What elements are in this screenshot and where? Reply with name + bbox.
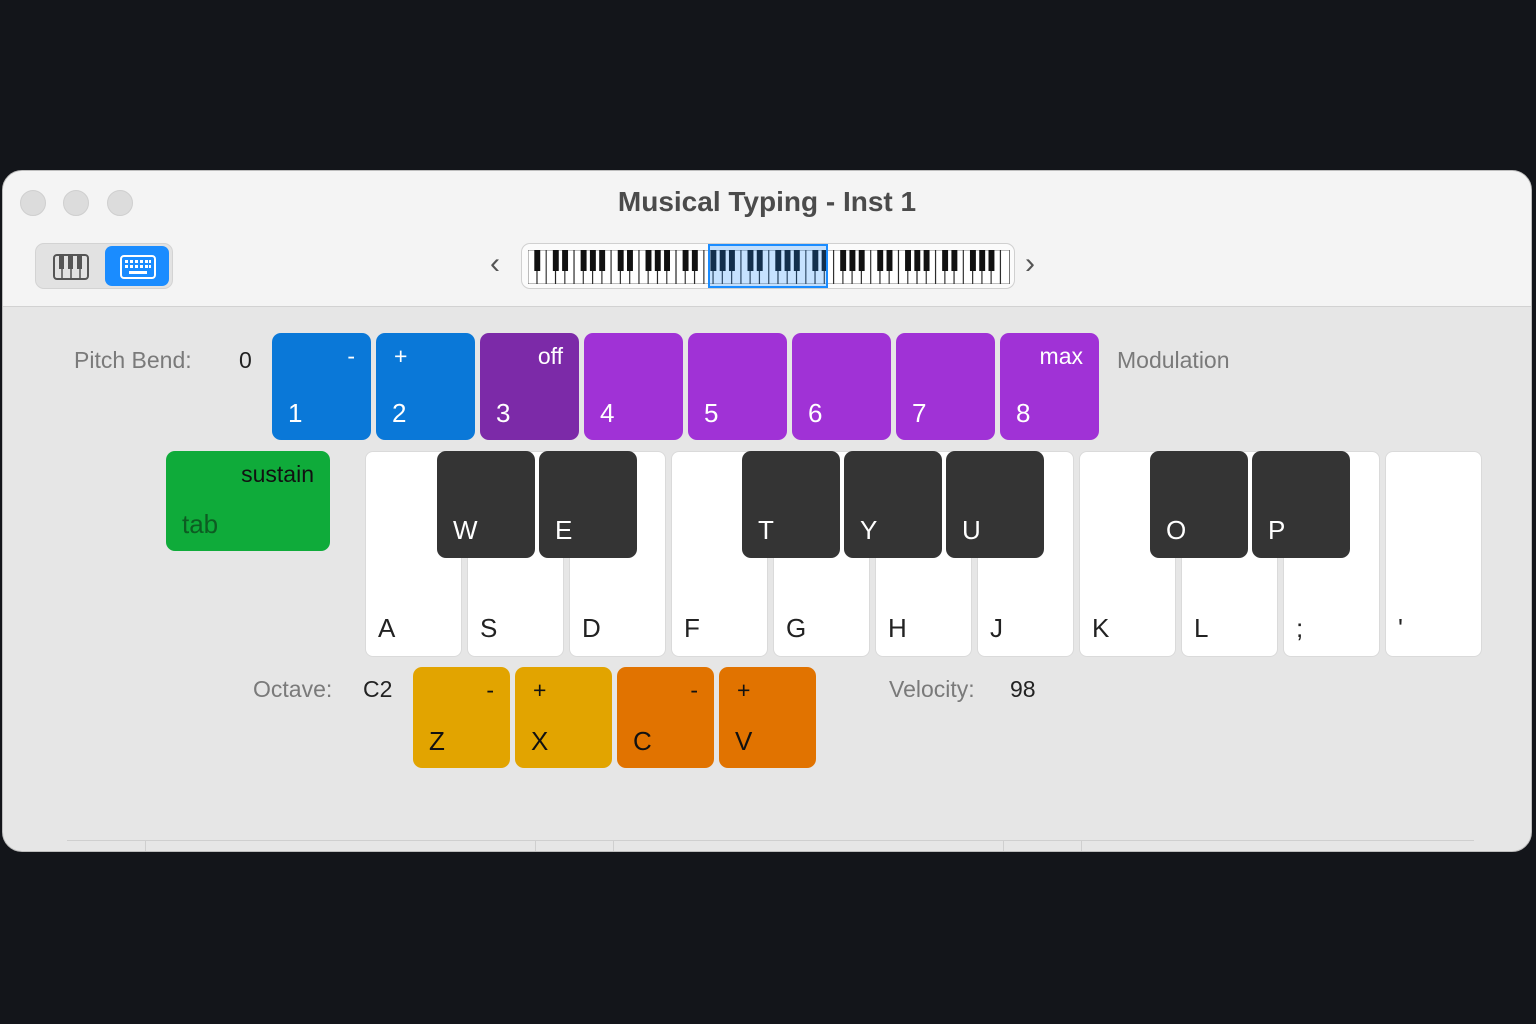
footer-divider-tick [613, 840, 614, 851]
key-2[interactable]: +2 [376, 333, 475, 440]
key-z[interactable]: -Z [413, 667, 510, 768]
white-key-label: H [888, 613, 907, 643]
key-x[interactable]: + X [515, 667, 612, 768]
key-function-label: + [737, 677, 751, 703]
white-key-label: ; [1296, 613, 1304, 643]
key-c[interactable]: -C [617, 667, 714, 768]
black-key-label: Y [860, 515, 878, 545]
key-6[interactable]: 6 [792, 333, 891, 440]
view-toggle [35, 243, 173, 289]
key-function-label: - [486, 677, 494, 703]
key-function-label: off [537, 343, 563, 369]
key-label: Z [429, 726, 445, 756]
key-label: V [735, 726, 753, 756]
black-key[interactable]: U [946, 451, 1044, 558]
piano-icon [53, 254, 89, 280]
black-key[interactable]: P [1252, 451, 1350, 558]
key-label: 5 [704, 398, 719, 428]
black-key-label: T [758, 515, 774, 545]
footer-divider-tick [1003, 840, 1004, 851]
key-function-label: - [690, 677, 698, 703]
key-label: 4 [600, 398, 615, 428]
black-key[interactable]: E [539, 451, 637, 558]
previous-octave-button[interactable]: ‹ [490, 249, 500, 279]
key-label: 2 [392, 398, 407, 428]
black-key-label: P [1268, 515, 1286, 545]
white-key-label: F [684, 613, 700, 643]
footer-divider-tick [1081, 840, 1082, 851]
next-octave-button[interactable]: › [1025, 249, 1035, 279]
footer-divider [67, 840, 1474, 841]
key-label: 7 [912, 398, 927, 428]
key-label: 3 [496, 398, 511, 428]
key-function-label: max [1039, 343, 1083, 369]
octave-label: Octave: [253, 676, 333, 702]
white-key-label: S [480, 613, 498, 643]
title-bar: Musical Typing - Inst 1 ‹ › [3, 171, 1531, 307]
black-key-label: E [555, 515, 573, 545]
window-title: Musical Typing - Inst 1 [617, 186, 917, 217]
velocity-value: 98 [1010, 676, 1036, 702]
white-key-label: J [990, 613, 1003, 643]
piano-view-button[interactable] [38, 246, 102, 286]
key-function-label: - [347, 343, 355, 369]
visible-range-highlight[interactable] [708, 244, 828, 288]
key-4[interactable]: 4 [584, 333, 683, 440]
keyboard-range-overview[interactable] [521, 243, 1015, 289]
sustain-label: sustain [241, 461, 314, 487]
white-key-label: ' [1398, 613, 1403, 643]
octave-value: C2 [363, 676, 393, 702]
black-key[interactable]: W [437, 451, 535, 558]
white-key-label: G [786, 613, 807, 643]
black-key-label: W [453, 515, 478, 545]
modulation-label: Modulation [1117, 347, 1230, 373]
key-label: X [531, 726, 549, 756]
key-function-label: + [533, 677, 547, 703]
pitch-bend-label: Pitch Bend: [74, 347, 192, 373]
musical-typing-window: Musical Typing - Inst 1 ‹ › Pitch Bend: … [2, 170, 1532, 852]
key-5[interactable]: 5 [688, 333, 787, 440]
pitch-bend-value: 0 [239, 347, 252, 373]
keyboard-view-button[interactable] [105, 246, 169, 286]
black-key-label: U [962, 515, 981, 545]
tab-key-label: tab [182, 509, 219, 539]
key-v[interactable]: + V [719, 667, 816, 768]
keyboard-icon [120, 255, 156, 279]
black-key[interactable]: T [742, 451, 840, 558]
white-key-label: A [378, 613, 396, 643]
black-key[interactable]: O [1150, 451, 1248, 558]
velocity-label: Velocity: [889, 676, 975, 702]
key-label: 8 [1016, 398, 1031, 428]
footer-divider-tick [535, 840, 536, 851]
key-8[interactable]: max 8 [1000, 333, 1099, 440]
white-key-label: K [1092, 613, 1110, 643]
key-function-label: + [394, 343, 408, 369]
sustain-key[interactable]: sustain tab [166, 451, 330, 551]
white-key[interactable]: ' [1385, 451, 1482, 657]
key-label: 6 [808, 398, 823, 428]
black-key[interactable]: Y [844, 451, 942, 558]
key-label: 1 [288, 398, 303, 428]
black-key-label: O [1166, 515, 1187, 545]
key-1[interactable]: -1 [272, 333, 371, 440]
key-label: C [633, 726, 652, 756]
key-3[interactable]: off 3 [480, 333, 579, 440]
white-key-label: D [582, 613, 601, 643]
white-key-label: L [1194, 613, 1209, 643]
key-7[interactable]: 7 [896, 333, 995, 440]
footer-divider-tick [145, 840, 146, 851]
